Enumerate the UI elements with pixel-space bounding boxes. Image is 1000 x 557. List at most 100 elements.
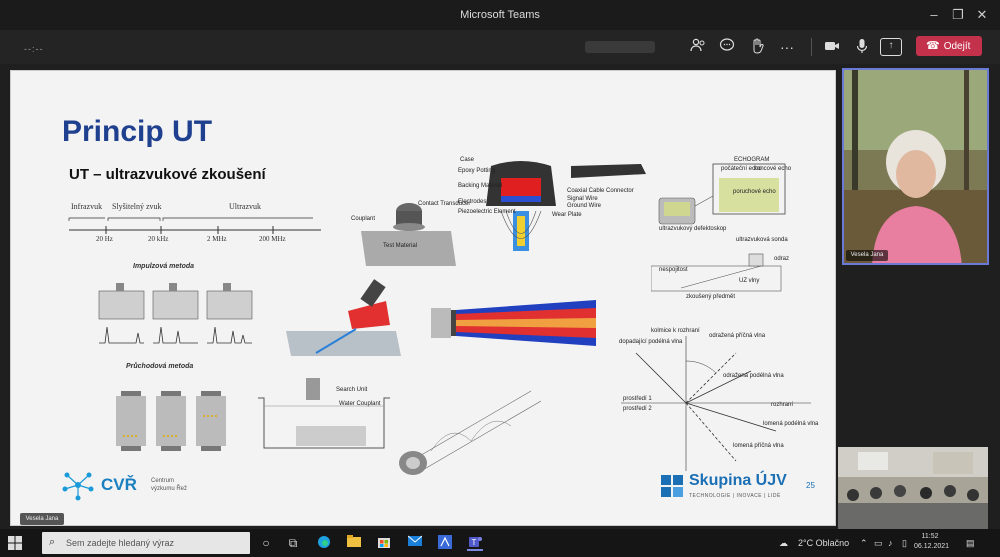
participants-icon[interactable] (688, 38, 708, 56)
leave-button[interactable]: ☎ Odejít (916, 36, 982, 56)
close-icon[interactable]: ✕ (973, 6, 991, 24)
scale-label-ultra: Ultrazvuk (229, 202, 261, 211)
label-backing: Backing Material (458, 183, 503, 189)
label-wear-plate: Wear Plate (552, 212, 582, 218)
classroom-video (838, 447, 988, 529)
label-probe: ultrazvuková sonda (736, 237, 788, 243)
camera-icon[interactable] (822, 38, 842, 56)
ujv-tagline: TECHNOLOGIE | INOVACE | LIDÉ (689, 493, 781, 499)
app-icon-blue[interactable] (437, 535, 453, 551)
ujv-square-icon (661, 475, 683, 497)
label-medium-1: prostředí 1 (623, 396, 652, 402)
scale-tick-200mhz: 200 MHz (259, 235, 286, 243)
label-coax: Coaxial Cable Connector (567, 188, 634, 194)
windows-start-icon[interactable] (8, 536, 22, 550)
label-reflected-shear: odražená příčná vlna (709, 333, 766, 339)
ujv-name: Skupina ÚJV (689, 472, 787, 489)
search-placeholder: Sem zadejte hledaný výraz (66, 538, 175, 548)
svg-text:T: T (472, 538, 477, 547)
label-water-couplant: Water Couplant (339, 401, 381, 407)
cvr-sub-line1: Centrum (151, 478, 175, 484)
label-uz-waves: UZ vlny (739, 278, 760, 284)
through-method-diagram (116, 391, 226, 451)
label-search-unit: Search Unit (336, 387, 368, 393)
impulse-method-label: Impulzová metoda (133, 263, 195, 270)
taskbar-clock[interactable]: 11:52 06.12.2021 (914, 532, 950, 552)
label-piezo: Piezoelectric Element (458, 209, 516, 215)
weather-text[interactable]: 2°C Oblačno (798, 538, 849, 548)
search-icon: ⌕ (49, 536, 56, 548)
label-signal-wire: Signal Wire (567, 196, 598, 202)
participant-video-tile[interactable] (842, 68, 989, 265)
label-interface: rozhraní (771, 402, 794, 408)
scale-tick-2mhz: 2 MHz (207, 235, 227, 243)
immersion-tank-diagram (258, 378, 390, 449)
network-icon[interactable]: ▭ (874, 538, 883, 549)
microphone-icon[interactable] (852, 38, 872, 56)
label-ground-wire: Ground Wire (567, 203, 602, 209)
label-reflected-long: odražená podélná vlna (723, 373, 784, 379)
angle-probe-diagram (286, 279, 401, 356)
label-reflection: odraz (774, 256, 790, 262)
meeting-timer: --:-- (24, 44, 44, 54)
maximize-icon[interactable]: ❐ (949, 6, 967, 24)
beam-profile-diagram (431, 300, 596, 346)
through-method-label: Průchodová metoda (126, 363, 194, 370)
label-incident-long: dopadající podélná vlna (619, 339, 683, 345)
cortana-icon[interactable]: ○ (258, 535, 274, 551)
label-refracted-shear: lomená příčná vlna (733, 443, 784, 449)
shared-slide: Princip UT UT – ultrazvukové zkoušení In… (10, 70, 836, 526)
scale-label-infra: Infrazvuk (71, 202, 103, 211)
meeting-toolbar: --:-- ··· ↑ (0, 30, 1000, 64)
label-echogram: ECHOGRAM (734, 157, 770, 163)
phased-array-diagram (399, 390, 541, 475)
raise-hand-icon[interactable] (747, 38, 767, 56)
label-test-material: Test Material (383, 243, 418, 249)
label-end-echo: koncové echo (754, 166, 792, 172)
self-video-tile[interactable] (838, 447, 988, 529)
weather-icon[interactable]: ☁ (779, 538, 788, 549)
taskbar-search[interactable]: ⌕ Sem zadejte hledaný výraz (42, 532, 250, 554)
cvr-subtitle: Centrum výzkumu Řež (151, 477, 187, 493)
label-epoxy: Epoxy Potting (458, 168, 496, 174)
leave-label: Odejít (943, 41, 971, 52)
meeting-info-blurred (585, 41, 655, 53)
battery-icon[interactable]: ▯ (902, 538, 907, 549)
participant-video (844, 70, 987, 263)
label-case: Case (460, 157, 475, 163)
label-discontinuity: nespojitost (659, 267, 688, 273)
title-bar: Microsoft Teams – ❐ ✕ (0, 0, 1000, 30)
minimize-icon[interactable]: – (925, 6, 943, 24)
task-view-icon[interactable]: ⧉ (285, 535, 301, 551)
presenter-name-tag: Vesela Jana (20, 513, 64, 525)
label-flaw-detector: ultrazvukový defektoskop (659, 226, 727, 232)
phone-hangup-icon: ☎ (926, 40, 940, 52)
label-test-object: zkoušený předmět (686, 294, 736, 300)
edge-icon[interactable] (316, 535, 332, 551)
mail-icon[interactable] (407, 535, 423, 551)
volume-icon[interactable]: ♪ (888, 538, 893, 548)
slide-page-number: 25 (806, 481, 815, 490)
label-electrodes: Electrodes (458, 199, 487, 205)
teams-icon[interactable]: T (467, 535, 483, 551)
windows-taskbar: ⌕ Sem zadejte hledaný výraz ○ ⧉ T ☁ 2°C … (0, 529, 1000, 557)
store-icon[interactable] (376, 535, 392, 551)
notification-icon[interactable]: ▤ (966, 538, 975, 549)
more-options-icon[interactable]: ··· (777, 38, 797, 56)
ujv-logo: Skupina ÚJV TECHNOLOGIE | INOVACE | LIDÉ (661, 471, 791, 511)
label-flaw-echo: poruchové echo (733, 189, 776, 195)
label-refracted-long: lomená podélná vlna (763, 421, 819, 427)
tray-chevron-icon[interactable]: ⌃ (860, 538, 868, 549)
label-medium-2: prostředí 2 (623, 406, 652, 412)
impulse-method-diagram (98, 283, 253, 344)
cvr-network-icon (62, 472, 94, 501)
window-title: Microsoft Teams (460, 9, 540, 21)
participant-name-tag: Vesela Jana (846, 250, 888, 261)
label-normal: kolmice k rozhraní (651, 328, 700, 334)
clock-date: 06.12.2021 (914, 543, 950, 550)
scale-tick-20khz: 20 kHz (148, 235, 169, 243)
chat-icon[interactable] (717, 38, 737, 56)
file-explorer-icon[interactable] (346, 535, 362, 551)
scale-label-audible: Slyšitelný zvuk (112, 202, 162, 211)
share-screen-button[interactable]: ↑ (880, 38, 902, 56)
